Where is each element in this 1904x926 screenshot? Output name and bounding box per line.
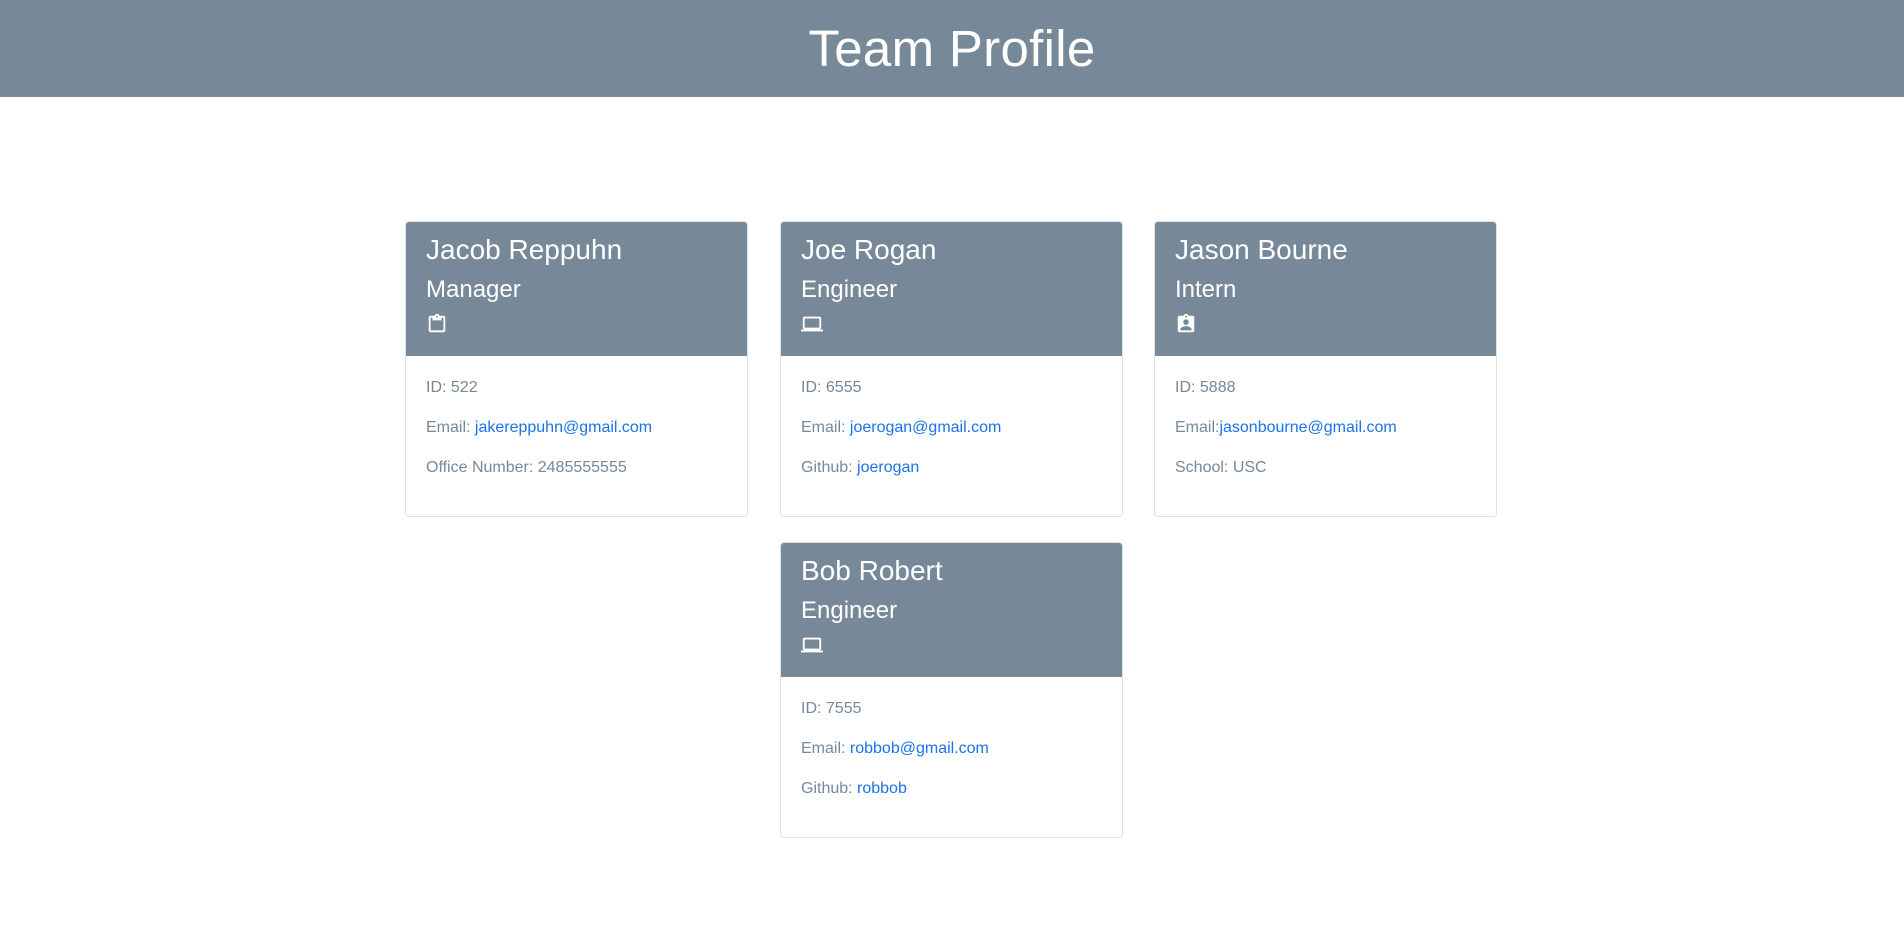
employee-name: Jacob Reppuhn	[426, 234, 623, 265]
assignment-ind-icon	[1177, 313, 1195, 333]
employee-role: Intern	[1175, 276, 1237, 303]
card-body: ID: 7555 Email: robbob@gmail.com Github:…	[781, 677, 1122, 837]
employee-school: School: USC	[1175, 458, 1476, 478]
email-label: Email:	[1175, 419, 1220, 436]
email-label: Email:	[801, 740, 850, 757]
employee-name: Joe Rogan	[801, 234, 937, 265]
email-link[interactable]: jakereppuhn@gmail.com	[475, 419, 652, 436]
office-number-label: Office Number:	[426, 459, 538, 476]
employee-role: Manager	[426, 276, 521, 303]
id-value: 6555	[825, 379, 862, 396]
employee-github: Github: robbob	[801, 779, 1102, 799]
school-value: USC	[1232, 459, 1267, 476]
laptop-icon	[801, 316, 823, 332]
email-label: Email:	[801, 419, 850, 436]
email-link[interactable]: robbob@gmail.com	[850, 740, 989, 757]
id-value: 522	[450, 379, 478, 396]
employee-role: Engineer	[801, 597, 898, 624]
team-cards: Jacob Reppuhn Manager ID: 522 Email: jak…	[0, 97, 1904, 926]
employee-id: ID: 5888	[1175, 378, 1476, 398]
card-header: Jason Bourne Intern	[1155, 222, 1496, 356]
employee-github: Github: joerogan	[801, 458, 1102, 478]
card-header: Bob Robert Engineer	[781, 543, 1122, 677]
github-label: Github:	[801, 780, 858, 797]
github-label: Github:	[801, 459, 858, 476]
employee-email: Email:jasonbourne@gmail.com	[1175, 418, 1476, 438]
id-label: ID:	[801, 379, 826, 396]
employee-id: ID: 7555	[801, 699, 1102, 719]
employee-card-engineer: Bob Robert Engineer ID: 7555 Email: robb…	[780, 542, 1123, 838]
card-header: Jacob Reppuhn Manager	[406, 222, 747, 356]
card-body: ID: 6555 Email: joerogan@gmail.com Githu…	[781, 356, 1122, 516]
employee-id: ID: 6555	[801, 378, 1102, 398]
employee-office-number: Office Number: 2485555555	[426, 458, 727, 478]
id-value: 5888	[1199, 379, 1236, 396]
id-label: ID:	[1175, 379, 1200, 396]
employee-name: Bob Robert	[801, 555, 943, 586]
page-title: Team Profile	[808, 20, 1096, 77]
employee-role: Engineer	[801, 276, 898, 303]
email-label: Email:	[426, 419, 475, 436]
office-number-value: 2485555555	[537, 459, 627, 476]
id-label: ID:	[801, 700, 826, 717]
page-header: Team Profile	[0, 0, 1904, 97]
employee-card-engineer: Joe Rogan Engineer ID: 6555 Email: joero…	[780, 221, 1123, 517]
github-link[interactable]: joerogan	[857, 459, 919, 476]
id-value: 7555	[825, 700, 862, 717]
github-link[interactable]: robbob	[857, 780, 907, 797]
card-header: Joe Rogan Engineer	[781, 222, 1122, 356]
employee-card-intern: Jason Bourne Intern ID: 5888 Email:jason…	[1154, 221, 1497, 517]
employee-id: ID: 522	[426, 378, 727, 398]
employee-card-manager: Jacob Reppuhn Manager ID: 522 Email: jak…	[405, 221, 748, 517]
laptop-icon	[801, 637, 823, 653]
email-link[interactable]: jasonbourne@gmail.com	[1219, 419, 1396, 436]
employee-name: Jason Bourne	[1175, 234, 1348, 265]
card-body: ID: 522 Email: jakereppuhn@gmail.com Off…	[406, 356, 747, 516]
school-label: School:	[1175, 459, 1233, 476]
employee-email: Email: robbob@gmail.com	[801, 739, 1102, 759]
employee-email: Email: joerogan@gmail.com	[801, 418, 1102, 438]
employee-email: Email: jakereppuhn@gmail.com	[426, 418, 727, 438]
card-body: ID: 5888 Email:jasonbourne@gmail.com Sch…	[1155, 356, 1496, 516]
id-label: ID:	[426, 379, 451, 396]
clipboard-icon	[428, 313, 446, 333]
email-link[interactable]: joerogan@gmail.com	[850, 419, 1001, 436]
